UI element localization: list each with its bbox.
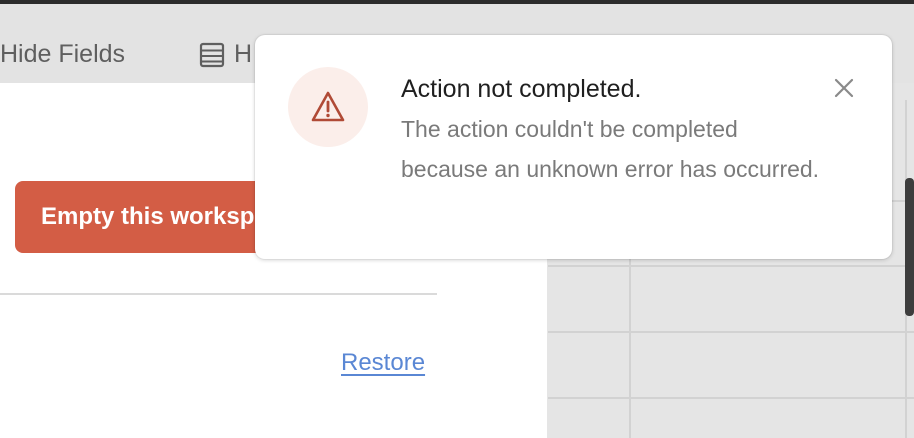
grid-row-line bbox=[548, 331, 914, 333]
restore-link[interactable]: Restore bbox=[341, 349, 425, 377]
list-icon bbox=[199, 42, 225, 67]
toast-message: The action couldn't be completed because… bbox=[401, 116, 820, 182]
hide-fields-button[interactable]: Hide Fields bbox=[0, 40, 125, 69]
hide-fields-label: Hide Fields bbox=[0, 40, 126, 68]
grid-row-line bbox=[548, 265, 914, 267]
warning-triangle-icon bbox=[311, 91, 345, 122]
panel-divider bbox=[0, 293, 437, 295]
toolbar-view-label: H bbox=[234, 40, 253, 68]
close-icon bbox=[834, 78, 854, 98]
toast-title: Action not completed. bbox=[401, 75, 642, 103]
toast-icon-container bbox=[288, 67, 368, 147]
vertical-scrollbar[interactable] bbox=[905, 178, 914, 316]
toolbar-view-button[interactable]: H bbox=[198, 40, 252, 69]
toast-close-button[interactable] bbox=[831, 75, 857, 101]
grid-row-line bbox=[548, 397, 914, 399]
error-toast: Action not completed. The action couldn'… bbox=[255, 35, 892, 259]
